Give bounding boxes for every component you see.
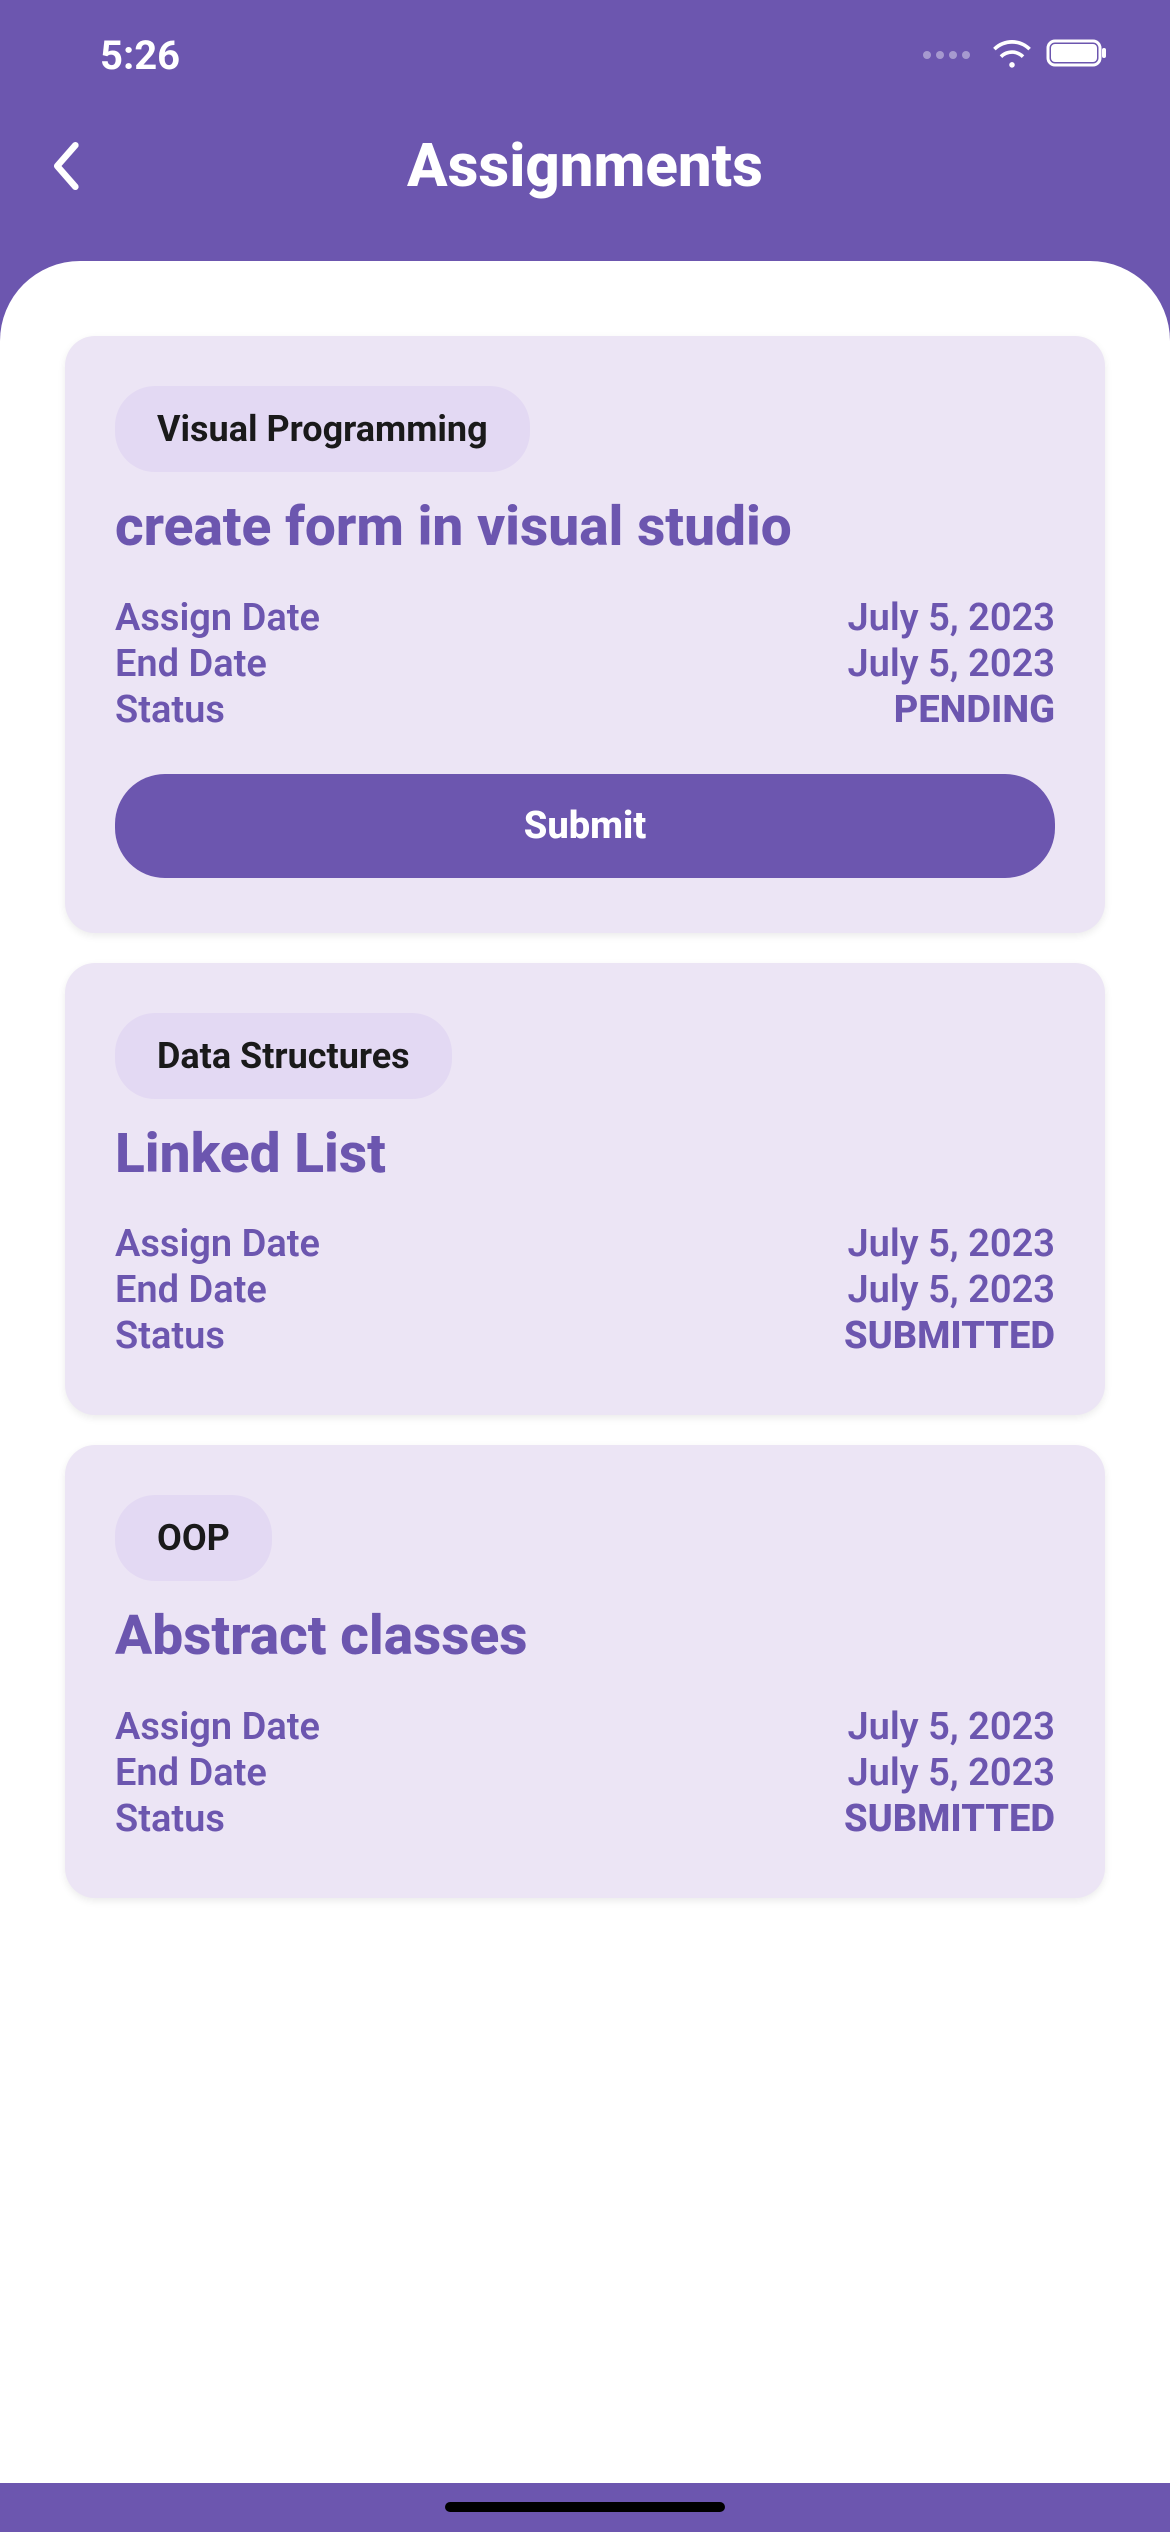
course-tag: OOP — [115, 1495, 272, 1581]
header: Assignments — [0, 100, 1170, 261]
end-date-label: End Date — [115, 1268, 267, 1312]
end-date-row: End Date July 5, 2023 — [115, 1751, 1055, 1795]
assign-date-value: July 5, 2023 — [848, 596, 1055, 640]
assignment-card: OOP Abstract classes Assign Date July 5,… — [65, 1445, 1105, 1898]
submit-button[interactable]: Submit — [115, 774, 1055, 878]
assign-date-row: Assign Date July 5, 2023 — [115, 1705, 1055, 1749]
assignment-card: Visual Programming create form in visual… — [65, 336, 1105, 933]
status-icons — [923, 31, 1110, 79]
chevron-left-icon — [49, 140, 81, 192]
course-tag: Data Structures — [115, 1013, 452, 1099]
end-date-value: July 5, 2023 — [848, 1751, 1055, 1795]
end-date-label: End Date — [115, 1751, 267, 1795]
assign-date-row: Assign Date July 5, 2023 — [115, 596, 1055, 640]
status-label: Status — [115, 1797, 225, 1841]
battery-icon — [1046, 37, 1110, 73]
status-value: SUBMITTED — [844, 1314, 1055, 1358]
assign-date-value: July 5, 2023 — [848, 1222, 1055, 1266]
home-indicator[interactable] — [445, 2502, 725, 2512]
assignment-title: create form in visual studio — [115, 497, 1055, 558]
content-area[interactable]: Visual Programming create form in visual… — [0, 261, 1170, 2483]
status-time: 5:26 — [100, 32, 180, 79]
wifi-icon — [990, 31, 1034, 79]
status-bar: 5:26 — [0, 0, 1170, 100]
assign-date-label: Assign Date — [115, 1222, 320, 1266]
end-date-label: End Date — [115, 642, 267, 686]
assignment-title: Linked List — [115, 1124, 1055, 1185]
page-title: Assignments — [407, 130, 763, 201]
status-value: PENDING — [894, 688, 1055, 732]
course-tag: Visual Programming — [115, 386, 530, 472]
status-label: Status — [115, 1314, 225, 1358]
assign-date-label: Assign Date — [115, 1705, 320, 1749]
assignment-card: Data Structures Linked List Assign Date … — [65, 963, 1105, 1416]
assignment-title: Abstract classes — [115, 1606, 1055, 1667]
status-row: Status SUBMITTED — [115, 1797, 1055, 1841]
status-label: Status — [115, 688, 225, 732]
status-row: Status SUBMITTED — [115, 1314, 1055, 1358]
end-date-row: End Date July 5, 2023 — [115, 642, 1055, 686]
status-row: Status PENDING — [115, 688, 1055, 732]
assign-date-row: Assign Date July 5, 2023 — [115, 1222, 1055, 1266]
back-button[interactable] — [40, 131, 90, 201]
end-date-value: July 5, 2023 — [848, 642, 1055, 686]
end-date-value: July 5, 2023 — [848, 1268, 1055, 1312]
assign-date-value: July 5, 2023 — [848, 1705, 1055, 1749]
status-value: SUBMITTED — [844, 1797, 1055, 1841]
assign-date-label: Assign Date — [115, 596, 320, 640]
signal-dots-icon — [923, 51, 970, 59]
end-date-row: End Date July 5, 2023 — [115, 1268, 1055, 1312]
